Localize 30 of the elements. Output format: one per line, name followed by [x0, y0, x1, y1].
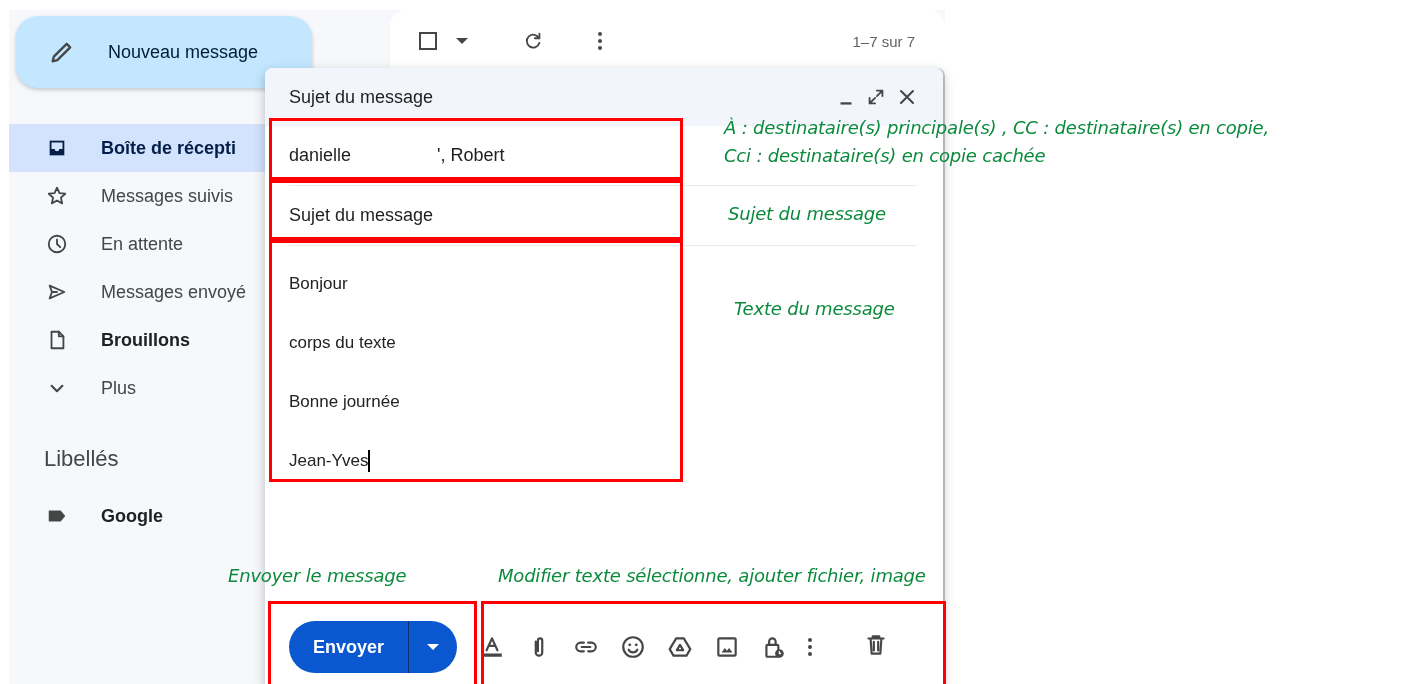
triangle-icon[interactable] — [667, 634, 694, 660]
body-line: Jean-Yves — [289, 448, 370, 474]
checkbox-icon[interactable] — [416, 29, 440, 53]
emoji-icon[interactable] — [620, 634, 647, 660]
labels-heading: Libellés — [44, 446, 119, 472]
message-count: 1–7 sur 7 — [852, 32, 915, 50]
compose-title: Sujet du message — [289, 86, 434, 108]
body-line: corps du texte — [289, 331, 396, 354]
chevron-down-icon — [50, 383, 64, 393]
annotation-text: Texte du message — [734, 297, 895, 321]
caret-down-icon — [427, 644, 440, 650]
subject-field[interactable]: Sujet du message — [289, 205, 434, 226]
new-message-button[interactable]: Nouveau message — [16, 16, 312, 88]
annotation-text: Envoyer le message — [228, 564, 407, 588]
annotation-text: À : destinataire(s) principale(s) , CC : destinataire(s) en copie, — [724, 116, 1270, 140]
send-button[interactable]: Envoyer — [289, 621, 410, 673]
annotation-text: Cci : destinataire(s) en copie cachée — [724, 144, 1046, 168]
body-line: Bonne journée — [289, 390, 400, 413]
annotation-text: Sujet du message — [728, 202, 886, 226]
annotation-text: Modifier texte sélectionne, ajouter fichier, image — [498, 564, 926, 588]
caret-down-icon — [456, 38, 468, 44]
clock-icon — [46, 233, 68, 255]
label-item[interactable]: Google — [9, 492, 389, 540]
send-options-button[interactable] — [409, 621, 458, 673]
more-vertical-icon — [598, 32, 602, 50]
recipient[interactable]: danielle — [289, 145, 352, 166]
more-vertical-icon[interactable] — [808, 638, 813, 656]
body-line: Bonjour — [289, 272, 348, 295]
star-icon — [46, 185, 68, 207]
recipient[interactable]: ', Robert — [437, 145, 505, 166]
